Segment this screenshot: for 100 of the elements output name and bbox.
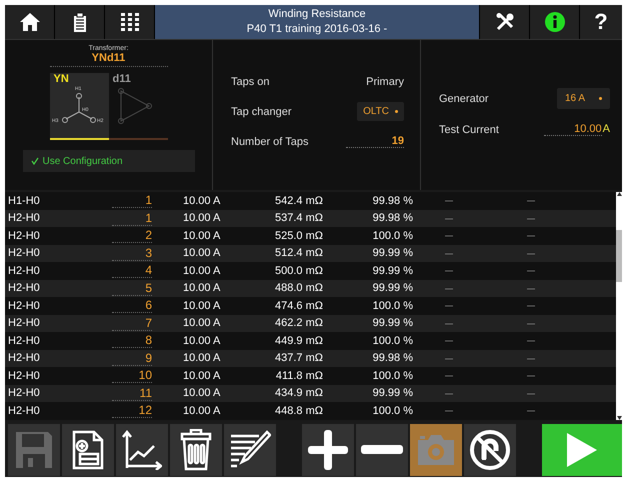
document-add-icon: [72, 430, 104, 470]
field-value: Primary: [365, 76, 404, 88]
test-current-field[interactable]: 10.00: [544, 123, 602, 136]
table-cell-text: —: [526, 371, 535, 380]
table-cell-text: H2-H0: [7, 247, 41, 260]
table-cell-text: —: [444, 196, 453, 206]
window-title: Winding Resistance: [268, 7, 366, 22]
table-cell-text: 100.0 %: [372, 230, 413, 242]
dropdown-dot-icon: [395, 110, 398, 113]
table-cell-text: 100.0 %: [372, 370, 413, 382]
table-cell-text: 437.7 mΩ: [274, 352, 323, 364]
table-cell-text: 99.99 %: [372, 247, 413, 260]
table-cell-text: —: [526, 248, 535, 258]
settings-button[interactable]: [480, 5, 529, 39]
minus-icon: [361, 445, 403, 455]
table-cell-text: 411.8 mΩ: [274, 370, 323, 382]
delta-winding-option[interactable]: d11: [108, 73, 168, 140]
table-cell-text: H2-H0: [7, 264, 41, 277]
tap-number-cell[interactable]: 7: [112, 316, 152, 331]
report-button[interactable]: [55, 5, 104, 39]
table-cell-text: —: [444, 354, 453, 363]
number-of-taps-field[interactable]: 19: [346, 135, 404, 148]
tap-number-cell[interactable]: 9: [112, 350, 152, 366]
scrollbar[interactable]: [616, 192, 622, 420]
table-cell-text: H2-H0: [7, 300, 41, 312]
table-cell-text: 500.0 mΩ: [274, 264, 323, 277]
table-cell-text: 100.0 %: [372, 404, 413, 417]
table-cell-text: —: [526, 388, 535, 398]
tap-number-cell[interactable]: 12: [112, 403, 152, 418]
table-cell-text: H2-H0: [7, 404, 41, 417]
table-cell-text: 99.98 %: [372, 212, 413, 224]
table-cell-text: H2-H0: [7, 317, 41, 330]
table-cell-text: 99.99 %: [372, 317, 413, 330]
remove-button[interactable]: [356, 424, 408, 476]
tap-number-cell[interactable]: 1: [112, 210, 152, 226]
table-cell-text: —: [444, 336, 453, 346]
table-cell-text: 10.00 A: [183, 387, 222, 400]
info-button[interactable]: [530, 5, 579, 39]
table-cell-text: —: [444, 301, 453, 310]
use-configuration-button[interactable]: Use Configuration: [22, 150, 194, 172]
table-cell-text: —: [526, 196, 535, 206]
apps-button[interactable]: [105, 5, 154, 39]
tap-number-cell[interactable]: 6: [112, 298, 152, 314]
table-cell-text: 462.2 mΩ: [274, 317, 323, 330]
table-cell-text: 474.6 mΩ: [274, 300, 323, 312]
table-cell-text: H2-H0: [7, 370, 41, 382]
table-cell-text: 99.98 %: [372, 194, 413, 207]
tap-number-cell[interactable]: 8: [112, 333, 152, 348]
table-cell-text: —: [526, 266, 535, 276]
scrollbar-thumb[interactable]: [616, 230, 622, 282]
table-cell-text: 10.00 A: [183, 212, 222, 224]
table-cell-text: 100.0 %: [372, 334, 413, 347]
table-cell-text: —: [526, 214, 535, 223]
tap-number-cell[interactable]: 1: [112, 193, 152, 208]
table-cell-text: 10.00 A: [183, 194, 222, 207]
table-cell-text: 542.4 mΩ: [274, 194, 323, 207]
generator-dropdown[interactable]: 16 A: [556, 88, 610, 109]
trash-icon: [180, 429, 212, 471]
start-button[interactable]: [542, 424, 622, 476]
chart-button[interactable]: [116, 424, 168, 476]
add-button[interactable]: [302, 424, 354, 476]
new-report-button[interactable]: [62, 424, 114, 476]
table-cell-text: H1-H0: [7, 194, 41, 207]
table-cell-text: 10.00 A: [183, 247, 222, 260]
line-chart-icon: [122, 430, 162, 470]
table-cell-text: 99.99 %: [372, 264, 413, 277]
edit-button[interactable]: [224, 424, 276, 476]
table-cell-text: —: [444, 248, 453, 258]
table-cell-text: H2-H0: [7, 352, 41, 364]
tap-number-cell[interactable]: 4: [112, 263, 152, 278]
check-icon: [30, 157, 38, 165]
table-cell-text: —: [444, 231, 453, 240]
no-magnet-icon: [469, 429, 511, 471]
tap-number-cell[interactable]: 3: [112, 246, 152, 261]
table-cell-text: H2-H0: [7, 230, 41, 242]
table-cell-text: —: [526, 301, 535, 310]
table-cell-text: —: [444, 406, 453, 416]
info-icon: [544, 12, 564, 32]
help-button[interactable]: ?: [580, 5, 622, 39]
home-button[interactable]: [5, 5, 54, 39]
delete-button[interactable]: [170, 424, 222, 476]
demagnetize-button[interactable]: [464, 424, 516, 476]
tap-number-cell[interactable]: 10: [112, 368, 152, 384]
table-cell-text: 10.00 A: [183, 352, 222, 364]
vector-group-value[interactable]: YNd11: [50, 52, 168, 67]
table-cell-text: 99.99 %: [372, 282, 413, 294]
home-icon: [20, 13, 40, 31]
table-cell-text: 525.0 mΩ: [274, 230, 323, 242]
table-cell-text: 10.00 A: [183, 300, 222, 312]
play-icon: [567, 433, 597, 467]
table-cell-text: —: [444, 371, 453, 380]
camera-icon: [416, 434, 456, 466]
tap-number-cell[interactable]: 2: [112, 228, 152, 244]
table-cell-text: 488.0 mΩ: [274, 282, 323, 294]
table-cell-text: 537.4 mΩ: [274, 212, 323, 224]
tap-changer-dropdown[interactable]: OLTC: [357, 102, 404, 121]
tap-number-cell[interactable]: 5: [112, 280, 152, 296]
tap-number-cell[interactable]: 11: [112, 386, 152, 401]
table-cell-text: 10.00 A: [183, 317, 222, 330]
table-cell-text: —: [444, 388, 453, 398]
